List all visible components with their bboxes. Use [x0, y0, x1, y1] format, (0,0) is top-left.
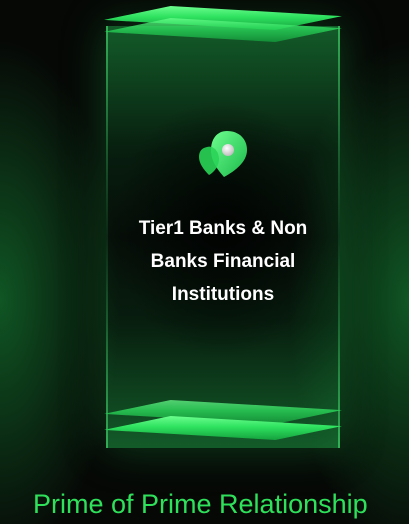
section-heading: Prime of Prime Relationship [33, 489, 368, 519]
green-pin-logo-icon [199, 131, 247, 177]
pillar-edge-left [106, 26, 108, 448]
card-title: Tier1 Banks & Non Banks Financial Instit… [138, 218, 308, 305]
hero-graphic: Tier1 Banks & Non Banks Financial Instit… [0, 0, 409, 524]
pillar-edge-right [338, 26, 340, 448]
